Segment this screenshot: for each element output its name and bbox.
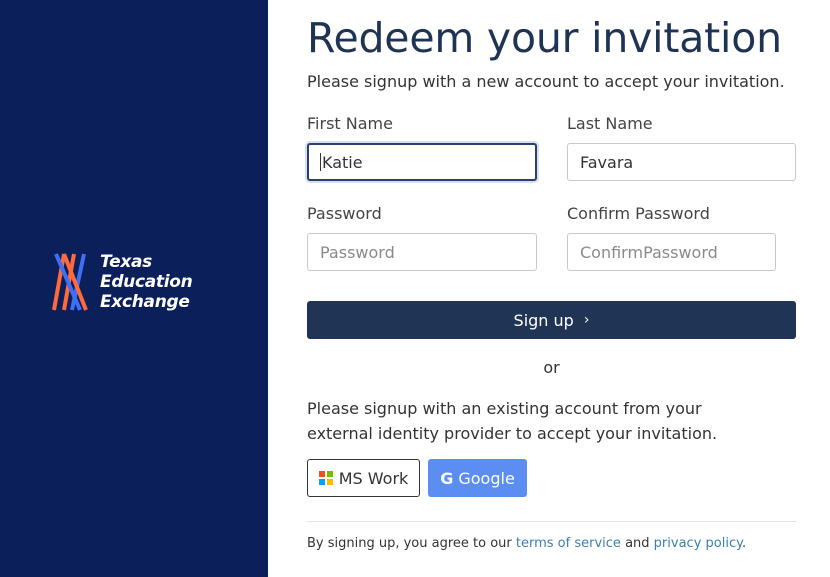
ms-work-button[interactable]: MS Work [307, 459, 420, 497]
confirm-password-input[interactable]: ConfirmPassword [567, 233, 776, 271]
terms-prefix: By signing up, you agree to our [307, 536, 512, 551]
brand-line-2: Education [100, 272, 193, 292]
google-label: Google [458, 468, 515, 488]
first-name-input[interactable]: Katie [307, 143, 537, 181]
text-cursor [320, 153, 321, 171]
terms-suffix: . [741, 536, 747, 551]
terms-and: and [625, 536, 650, 551]
external-provider-text: Please signup with an existing account f… [307, 399, 718, 443]
chevron-right-icon: › [583, 312, 590, 328]
logo-mark-icon [52, 253, 88, 311]
brand-logo: Texas Education Exchange [50, 250, 220, 314]
password-input[interactable]: Password [307, 233, 537, 271]
brand-line-1: Texas [100, 252, 152, 272]
password-placeholder: Password [320, 242, 395, 262]
first-name-value: Katie [322, 152, 363, 172]
or-separator: or [543, 358, 560, 377]
confirm-password-label: Confirm Password [567, 204, 710, 223]
sign-up-label: Sign up [513, 310, 574, 330]
last-name-value: Favara [580, 152, 634, 172]
footer-divider [307, 521, 796, 522]
sign-up-button[interactable]: Sign up › [307, 301, 796, 339]
last-name-input[interactable]: Favara [567, 143, 796, 181]
brand-line-3: Exchange [100, 292, 190, 312]
last-name-label: Last Name [567, 114, 653, 133]
page-subtitle: Please signup with a new account to acce… [307, 72, 785, 91]
ms-work-label: MS Work [338, 468, 409, 488]
confirm-password-placeholder: ConfirmPassword [580, 242, 718, 262]
brand-name: Texas Education Exchange [100, 252, 193, 312]
microsoft-icon [318, 471, 333, 485]
password-label: Password [307, 204, 382, 223]
terms-notice: By signing up, you agree to our terms of… [307, 536, 746, 551]
google-icon: G [440, 468, 454, 488]
page-title: Redeem your invitation [307, 14, 782, 62]
google-button[interactable]: G Google [428, 459, 527, 497]
privacy-policy-link[interactable]: privacy policy [654, 536, 742, 551]
sidebar-panel: Texas Education Exchange [0, 0, 268, 577]
first-name-label: First Name [307, 114, 393, 133]
terms-of-service-link[interactable]: terms of service [516, 536, 621, 551]
